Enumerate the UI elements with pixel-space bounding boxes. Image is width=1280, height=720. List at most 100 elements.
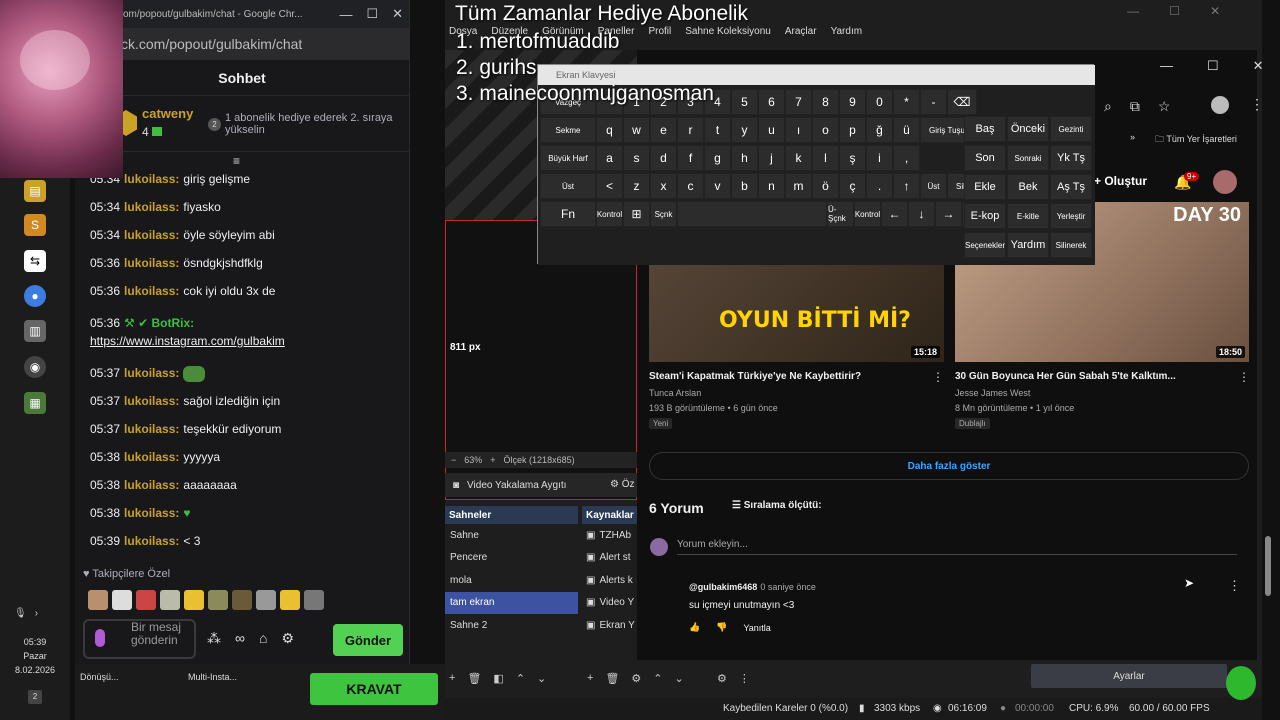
video-title[interactable]: 30 Gün Boyunca Her Gün Sabah 5'te Kalktı… [955,371,1176,382]
keyboard-key[interactable]: Yk Tş [1050,145,1092,171]
like-icon[interactable]: 👍 [689,622,700,633]
profile-icon[interactable] [1211,96,1229,114]
comment-more-icon[interactable]: ⋮ [1228,578,1241,594]
emote[interactable] [256,590,276,610]
gear-icon[interactable]: ⚙ [631,672,641,692]
scale-label[interactable]: Ölçek (1218x685) [504,455,575,465]
send-button[interactable]: Gönder [333,624,403,656]
source-item[interactable]: ▣ Video Y [582,592,637,615]
address-bar[interactable]: ck.com/popout/gulbakim/chat [75,28,409,60]
keyboard-key[interactable]: d [650,145,677,171]
notification-icon[interactable]: 2 [28,690,42,704]
keyboard-key[interactable]: Yerleştir [1050,203,1092,229]
keyboard-key[interactable]: * [893,89,920,115]
keyboard-key[interactable]: 5 [731,89,758,115]
scrollbar[interactable] [1265,536,1271,596]
settings-button[interactable]: Ayarlar [1031,664,1227,688]
emote[interactable] [160,590,180,610]
zoom-out-icon[interactable]: − [451,455,456,465]
scene-item[interactable]: mola [445,569,578,592]
source-item[interactable]: ▣ Ekran Y [582,614,637,637]
keyboard-key[interactable] [677,201,827,227]
obs-menu-item[interactable]: Profil [648,26,671,44]
keyboard-key[interactable]: h [731,145,758,171]
scene-item[interactable]: Pencere [445,547,578,570]
keyboard-key[interactable]: Üst [540,173,596,199]
more-icon[interactable]: ⋮ [739,672,750,692]
message-user[interactable]: lukoilass: [124,450,179,464]
avatar[interactable] [1213,170,1237,194]
keyboard-key[interactable]: Baş [964,116,1006,142]
close-icon[interactable]: ✕ [1210,4,1220,18]
keyboard-key[interactable]: Kontrol [854,201,881,227]
keyboard-key[interactable]: Aş Tş [1050,174,1092,200]
bottom-label-1[interactable]: Dönüşü... [80,672,119,682]
keyboard-key[interactable]: Ü-Şçnk [827,201,854,227]
keyboard-key[interactable]: Gezinti [1050,116,1092,142]
maximize-icon[interactable]: ☐ [1169,4,1180,18]
show-more-button[interactable]: Daha fazla göster [649,452,1249,480]
keyboard-key[interactable]: 7 [785,89,812,115]
keyboard-key[interactable]: w [623,117,650,143]
keyboard-key[interactable]: j [758,145,785,171]
image-icon[interactable]: ▦ [24,392,46,414]
down-icon[interactable]: ⌄ [675,672,684,692]
message-user[interactable]: lukoilass: [124,172,179,186]
filter-icon[interactable]: ◧ [493,672,503,692]
mic-icon[interactable] [95,629,105,647]
add-icon[interactable]: + [449,672,455,692]
message-user[interactable]: lukoilass: [124,506,179,520]
infinity-icon[interactable]: ∞ [235,630,245,647]
emote[interactable] [304,590,324,610]
keyboard-key[interactable]: Silinerek [1050,232,1092,258]
zoom-icon[interactable]: ⌕ [1104,98,1112,115]
reply-button[interactable]: Yanıtla [743,623,770,633]
keyboard-key[interactable]: 8 [812,89,839,115]
keyboard-key[interactable]: E-kitle [1007,203,1049,229]
keyboard-key[interactable]: Fn [540,201,596,227]
minimize-icon[interactable]: — [339,7,352,22]
keyboard-key[interactable]: m [785,173,812,199]
source-item[interactable]: ▣ TZHAb [582,524,637,547]
keyboard-key[interactable]: Yardım [1007,232,1049,258]
keyboard-key[interactable]: t [704,117,731,143]
gear-icon[interactable]: ⚙ [281,630,294,647]
keyboard-key[interactable]: c [677,173,704,199]
keyboard-key[interactable]: Ekle [964,174,1006,200]
mic-tray-icon[interactable]: 🎙 [14,608,27,619]
keyboard-key[interactable]: < [596,173,623,199]
message-user[interactable]: lukoilass: [124,422,179,436]
keyboard-key[interactable]: k [785,145,812,171]
gift-user[interactable]: catweny [142,106,193,121]
message-user[interactable]: lukoilass: [124,478,179,492]
keyboard-key[interactable]: ↑ [893,173,920,199]
keyboard-key[interactable]: ⌫ [947,89,977,115]
create-button[interactable]: + Oluştur [1094,174,1147,188]
sort-button[interactable]: ☰ Sıralama ölçütü: [732,500,822,511]
emote[interactable] [184,590,204,610]
keyboard-key[interactable]: 6 [758,89,785,115]
add-icon[interactable]: + [587,672,593,692]
emote[interactable] [88,590,108,610]
file-icon[interactable]: ▥ [24,320,46,342]
message-user[interactable]: lukoilass: [124,200,179,214]
message-user[interactable]: lukoilass: [124,284,179,298]
keyboard-key[interactable]: q [596,117,623,143]
message-link[interactable]: https://www.instagram.com/gulbakim [90,334,285,348]
keyboard-key[interactable]: Bek [1007,174,1049,200]
keyboard-key[interactable]: e [650,117,677,143]
emote[interactable] [208,590,228,610]
obs-menu-item[interactable]: Yardım [831,26,863,44]
keyboard-key[interactable]: p [839,117,866,143]
keyboard-key[interactable]: Üst [920,173,947,199]
folder-icon[interactable]: ▤ [24,180,46,202]
keyboard-key[interactable]: Sekme [540,117,596,143]
keyboard-key[interactable]: - [920,89,947,115]
keyboard-key[interactable]: ç [839,173,866,199]
emote[interactable] [136,590,156,610]
keyboard-key[interactable]: ö [812,173,839,199]
obs-menu-item[interactable]: Araçlar [785,26,817,44]
keyboard-key[interactable]: E-kop [964,203,1006,229]
keyboard-key[interactable]: , [893,145,920,171]
trash-icon[interactable]: 🗑 [605,672,619,692]
